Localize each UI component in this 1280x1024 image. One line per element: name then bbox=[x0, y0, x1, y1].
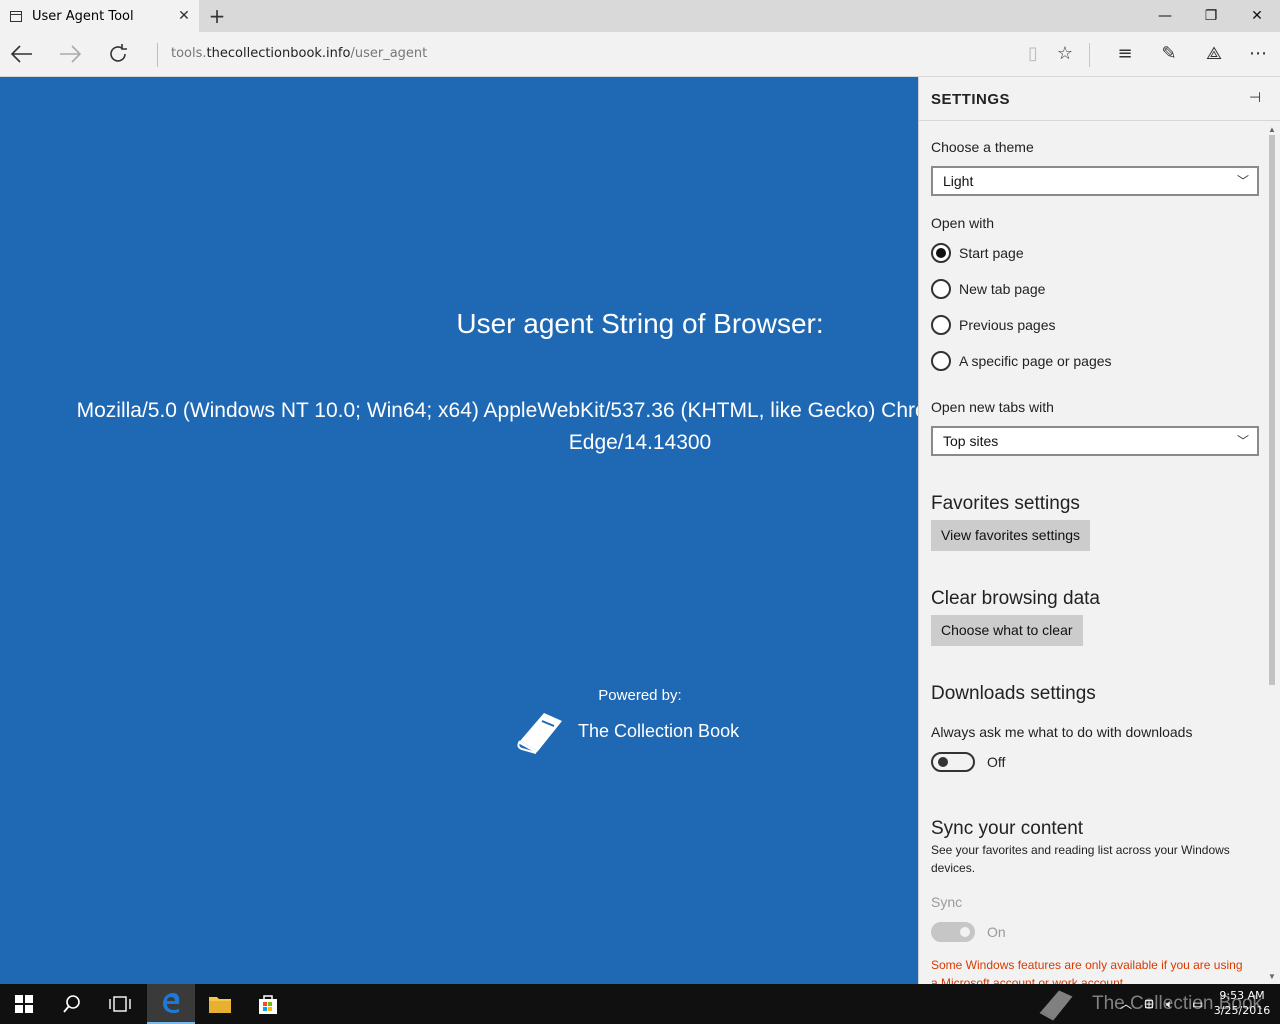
forward-button[interactable] bbox=[54, 39, 86, 69]
browser-tab[interactable]: User Agent Tool ✕ bbox=[0, 0, 199, 32]
radio-start-page[interactable]: Start page bbox=[931, 243, 1024, 263]
theme-select-value: Light bbox=[943, 173, 974, 189]
radio-label: A specific page or pages bbox=[959, 353, 1112, 369]
navigation-bar: tools.thecollectionbook.info/user_agent … bbox=[0, 32, 1280, 77]
title-bar: User Agent Tool ✕ + — ❐ ✕ bbox=[0, 0, 1280, 32]
toggle-knob bbox=[960, 927, 970, 937]
web-page: User agent String of Browser: Mozilla/5.… bbox=[0, 77, 918, 984]
sync-toggle bbox=[931, 922, 975, 942]
choose-what-to-clear-button[interactable]: Choose what to clear bbox=[931, 615, 1083, 646]
folder-icon bbox=[209, 997, 231, 1013]
more-icon[interactable]: ⋯ bbox=[1242, 39, 1274, 69]
watermark: The Collection Book bbox=[1030, 988, 1270, 1021]
radio-button[interactable] bbox=[931, 243, 951, 263]
downloads-toggle[interactable] bbox=[931, 752, 975, 772]
new-tab-button[interactable]: + bbox=[203, 3, 231, 29]
settings-scrollbar[interactable]: ▲ ▼ bbox=[1267, 125, 1277, 981]
start-button[interactable] bbox=[0, 984, 48, 1024]
new-tabs-label: Open new tabs with bbox=[931, 399, 1054, 415]
page-heading: User agent String of Browser: bbox=[456, 308, 824, 339]
windows-logo-icon bbox=[15, 995, 33, 1013]
task-view-button[interactable] bbox=[96, 984, 144, 1024]
radio-button[interactable] bbox=[931, 279, 951, 299]
watermark-book-icon bbox=[1039, 990, 1073, 1021]
reading-view-icon[interactable]: ▯ bbox=[1017, 39, 1049, 69]
share-icon[interactable]: ⟁ bbox=[1198, 39, 1230, 69]
page-icon bbox=[10, 10, 22, 22]
brand-name: The Collection Book bbox=[578, 720, 740, 741]
pin-icon[interactable]: ⊣ bbox=[1249, 89, 1261, 106]
radio-previous-pages[interactable]: Previous pages bbox=[931, 315, 1056, 335]
view-favorites-settings-button[interactable]: View favorites settings bbox=[931, 520, 1091, 551]
minimize-button[interactable]: — bbox=[1142, 0, 1188, 32]
refresh-icon bbox=[110, 44, 127, 62]
new-tabs-select-value: Top sites bbox=[943, 433, 999, 449]
store-button[interactable] bbox=[244, 984, 292, 1024]
radio-button[interactable] bbox=[931, 351, 951, 371]
hub-icon[interactable]: ≡ bbox=[1109, 39, 1141, 69]
address-domain: thecollectionbook.info bbox=[206, 46, 351, 61]
restore-button[interactable]: ❐ bbox=[1188, 0, 1234, 32]
address-bar[interactable]: tools.thecollectionbook.info/user_agent bbox=[171, 46, 427, 61]
downloads-toggle-state: Off bbox=[987, 754, 1006, 770]
scroll-up-icon[interactable]: ▲ bbox=[1267, 125, 1277, 134]
radio-label: New tab page bbox=[959, 281, 1046, 297]
edge-icon bbox=[163, 993, 180, 1013]
theme-label: Choose a theme bbox=[931, 139, 1034, 155]
task-view-icon bbox=[109, 996, 131, 1012]
watermark-text: The Collection Book bbox=[1092, 993, 1263, 1014]
sync-toggle-state: On bbox=[987, 924, 1006, 940]
settings-pane: SETTINGS ⊣ ▲ ▼ Choose a theme Light ﹀ Op… bbox=[918, 77, 1280, 984]
open-with-label: Open with bbox=[931, 215, 995, 231]
search-icon bbox=[63, 995, 80, 1013]
downloads-label: Always ask me what to do with downloads bbox=[931, 724, 1193, 740]
powered-by-label: Powered by: bbox=[598, 687, 682, 704]
scroll-down-icon[interactable]: ▼ bbox=[1267, 972, 1277, 981]
web-note-icon[interactable]: ✎ bbox=[1153, 39, 1185, 69]
favorite-star-icon[interactable]: ☆ bbox=[1049, 39, 1081, 69]
radio-specific-pages[interactable]: A specific page or pages bbox=[931, 351, 1112, 371]
close-tab-icon[interactable]: ✕ bbox=[169, 8, 199, 24]
radio-label: Start page bbox=[959, 245, 1024, 261]
brand-link[interactable]: The Collection Book bbox=[514, 707, 739, 755]
file-explorer-button[interactable] bbox=[196, 984, 244, 1024]
store-icon bbox=[259, 995, 277, 1014]
toggle-knob bbox=[938, 757, 948, 767]
forward-arrow-icon bbox=[60, 45, 82, 63]
new-tabs-select[interactable]: Top sites ﹀ bbox=[931, 426, 1259, 456]
radio-label: Previous pages bbox=[959, 317, 1056, 333]
search-button[interactable] bbox=[48, 984, 96, 1024]
settings-header: SETTINGS ⊣ bbox=[919, 77, 1280, 121]
scroll-thumb[interactable] bbox=[1269, 135, 1275, 685]
chevron-down-icon: ﹀ bbox=[1236, 434, 1249, 448]
sync-heading: Sync your content bbox=[931, 818, 1084, 839]
settings-title: SETTINGS bbox=[931, 91, 1011, 108]
toolbar-separator bbox=[1089, 43, 1090, 67]
book-icon bbox=[517, 713, 562, 754]
downloads-heading: Downloads settings bbox=[931, 683, 1096, 704]
close-window-button[interactable]: ✕ bbox=[1234, 0, 1280, 32]
back-button[interactable] bbox=[6, 39, 38, 69]
back-arrow-icon bbox=[10, 45, 32, 63]
user-agent-line-2: Edge/14.14300 bbox=[568, 431, 712, 454]
sync-label: Sync bbox=[931, 894, 963, 910]
user-agent-string: Mozilla/5.0 (Windows NT 10.0; Win64; x64… bbox=[0, 395, 918, 459]
theme-select[interactable]: Light ﹀ bbox=[931, 166, 1259, 196]
favorites-heading: Favorites settings bbox=[931, 493, 1080, 514]
address-path: /user_agent bbox=[350, 46, 428, 61]
edge-taskbar-button[interactable] bbox=[147, 984, 195, 1024]
address-prefix: tools. bbox=[171, 46, 207, 61]
radio-new-tab-page[interactable]: New tab page bbox=[931, 279, 1045, 299]
refresh-button[interactable] bbox=[102, 39, 134, 69]
sync-description: See your favorites and reading list acro… bbox=[931, 843, 1230, 875]
radio-button[interactable] bbox=[931, 315, 951, 335]
sync-warning: Some Windows features are only available… bbox=[931, 958, 1243, 984]
clear-data-heading: Clear browsing data bbox=[931, 588, 1100, 609]
tab-title: User Agent Tool bbox=[32, 8, 134, 24]
address-separator bbox=[157, 43, 158, 67]
chevron-down-icon: ﹀ bbox=[1236, 174, 1249, 188]
user-agent-line-1: Mozilla/5.0 (Windows NT 10.0; Win64; x64… bbox=[76, 399, 918, 422]
